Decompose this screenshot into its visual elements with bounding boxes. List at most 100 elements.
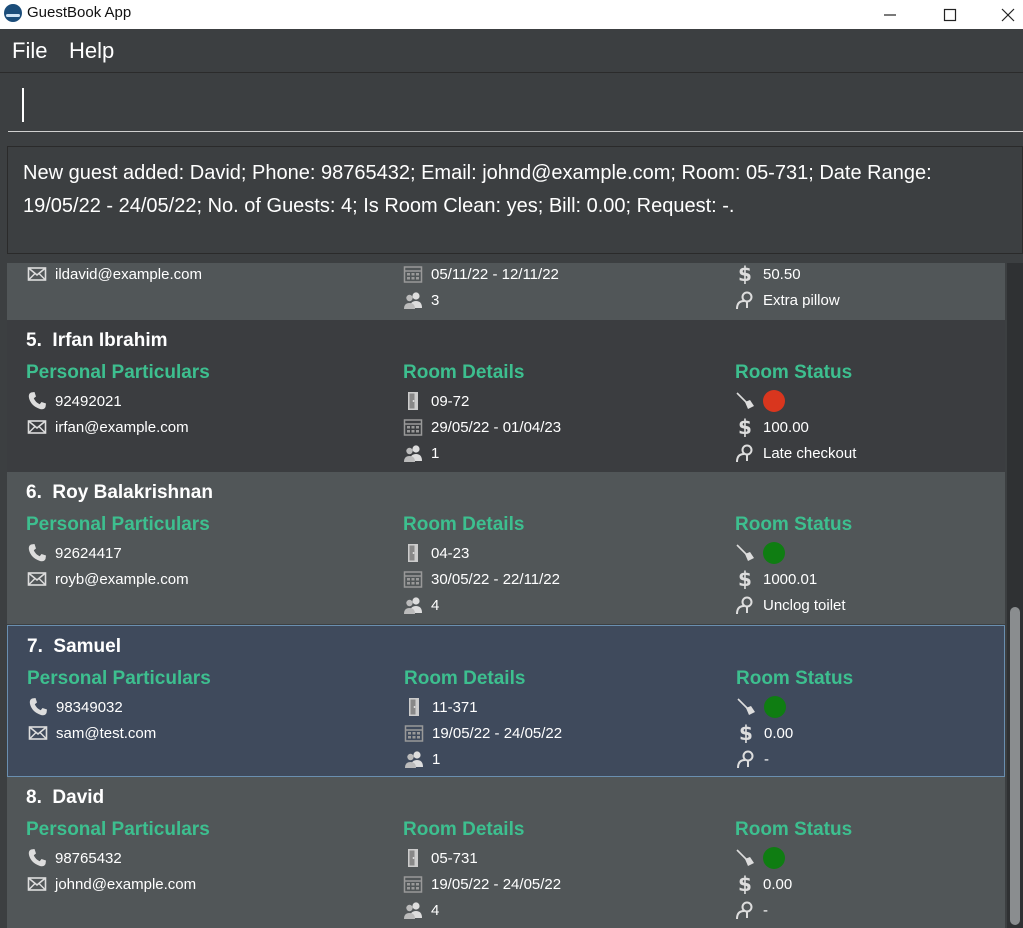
personal-particulars-title: Personal Particulars — [27, 668, 211, 689]
phone-value: 98765432 — [55, 849, 122, 867]
people-icon — [402, 442, 424, 464]
phone-row: 92492021 — [26, 388, 122, 414]
clean-status-row — [734, 540, 785, 566]
room-details-title: Room Details — [403, 514, 525, 535]
minimize-button[interactable] — [867, 0, 913, 29]
room-row: 09-72 — [402, 388, 469, 414]
menu-file[interactable]: File — [12, 38, 47, 64]
bill-value: 0.00 — [764, 724, 794, 742]
request-row: - — [735, 746, 769, 772]
email-icon — [26, 873, 48, 895]
guest-index: 5. — [26, 330, 42, 351]
clean-status-indicator — [763, 847, 785, 869]
request-value: Late checkout — [763, 444, 857, 462]
room-details-title: Room Details — [404, 668, 526, 689]
scroll-thumb[interactable] — [1010, 607, 1020, 925]
email-value: irfan@example.com — [55, 418, 189, 436]
door-icon — [402, 847, 424, 869]
email-row: ildavid@example.com — [26, 263, 202, 287]
room-value: 05-731 — [431, 849, 478, 867]
guest-card-6[interactable]: 6. Roy Balakrishnan Personal Particulars… — [7, 472, 1005, 624]
menu-bar: File Help — [0, 29, 1023, 73]
guest-name: Irfan Ibrahim — [52, 330, 168, 351]
dollar-icon: $ — [734, 263, 756, 285]
calendar-icon — [402, 873, 424, 895]
date-range-row: 19/05/22 - 24/05/22 — [402, 871, 561, 897]
guest-name-line: 8. David — [26, 787, 104, 809]
phone-value: 92492021 — [55, 392, 122, 410]
bill-value: 50.50 — [763, 265, 801, 283]
guest-list[interactable]: ildavid@example.com 05/11/22 - 12/11/22 … — [0, 263, 1023, 928]
room-status-title: Room Status — [736, 668, 854, 689]
personal-particulars-title: Personal Particulars — [26, 514, 210, 535]
list-scrollbar[interactable] — [1007, 263, 1023, 928]
clean-status-indicator — [763, 542, 785, 564]
calendar-icon — [403, 722, 425, 744]
guests-value: 4 — [431, 901, 440, 919]
guest-name-line: 7. Samuel — [27, 636, 121, 658]
phone-row: 98765432 — [26, 845, 122, 871]
personal-particulars-title: Personal Particulars — [26, 819, 210, 840]
room-details-title: Room Details — [403, 362, 525, 383]
guest-card-5[interactable]: 5. Irfan Ibrahim Personal Particulars Ro… — [7, 320, 1005, 472]
email-row: royb@example.com — [26, 566, 189, 592]
bill-value: 100.00 — [763, 418, 809, 436]
request-value: Unclog toilet — [763, 596, 846, 614]
request-row: Extra pillow — [734, 287, 840, 313]
date-range-row: 29/05/22 - 01/04/23 — [402, 414, 561, 440]
bill-row: $ 0.00 — [734, 871, 792, 897]
phone-row: 98349032 — [27, 694, 123, 720]
menu-help[interactable]: Help — [69, 38, 114, 64]
bill-row: $ 1000.01 — [734, 566, 817, 592]
guests-value: 1 — [431, 444, 440, 462]
guests-value: 1 — [432, 750, 441, 768]
date-range-row: 30/05/22 - 22/11/22 — [402, 566, 560, 592]
guests-row: 3 — [402, 287, 439, 313]
maximize-button[interactable] — [927, 0, 973, 29]
request-icon — [734, 289, 756, 311]
request-icon — [735, 748, 757, 770]
app-icon — [4, 4, 22, 22]
clean-status-indicator — [764, 696, 786, 718]
guest-card-partial[interactable]: ildavid@example.com 05/11/22 - 12/11/22 … — [7, 263, 1005, 320]
guests-row: 1 — [403, 746, 440, 772]
clean-status-row — [734, 388, 785, 414]
people-icon — [402, 594, 424, 616]
room-status-title: Room Status — [735, 362, 853, 383]
date-range-value: 19/05/22 - 24/05/22 — [432, 724, 563, 742]
request-icon — [734, 442, 756, 464]
command-box — [0, 74, 1023, 142]
guest-card-7[interactable]: 7. Samuel Personal Particulars Room Deta… — [7, 625, 1005, 777]
clean-status-row — [735, 694, 786, 720]
calendar-icon — [402, 568, 424, 590]
guest-index: 6. — [26, 482, 42, 503]
guest-name: Samuel — [53, 636, 122, 657]
dollar-icon: $ — [734, 416, 756, 438]
bill-row: $ 0.00 — [735, 720, 793, 746]
email-value: sam@test.com — [56, 724, 157, 742]
svg-text:$: $ — [738, 417, 752, 437]
guest-card-8[interactable]: 8. David Personal Particulars Room Detai… — [7, 777, 1005, 928]
door-icon — [403, 696, 425, 718]
broom-icon — [734, 390, 756, 412]
room-value: 11-371 — [432, 698, 478, 716]
result-display: New guest added: David; Phone: 98765432;… — [7, 146, 1023, 254]
bill-value: 0.00 — [763, 875, 793, 893]
guests-row: 4 — [402, 897, 439, 923]
people-icon — [402, 289, 424, 311]
email-row: irfan@example.com — [26, 414, 189, 440]
close-button[interactable] — [985, 0, 1023, 29]
broom-icon — [734, 542, 756, 564]
room-row: 04-23 — [402, 540, 469, 566]
room-value: 09-72 — [431, 392, 470, 410]
request-value: - — [764, 750, 769, 768]
command-input[interactable] — [8, 84, 1023, 132]
title-bar: GuestBook App — [0, 0, 1023, 29]
people-icon — [403, 748, 425, 770]
door-icon — [402, 542, 424, 564]
guests-value: 3 — [431, 291, 440, 309]
dollar-icon: $ — [735, 722, 757, 744]
door-icon — [402, 390, 424, 412]
email-value: ildavid@example.com — [55, 265, 202, 283]
bill-row: $ 50.50 — [734, 263, 801, 287]
